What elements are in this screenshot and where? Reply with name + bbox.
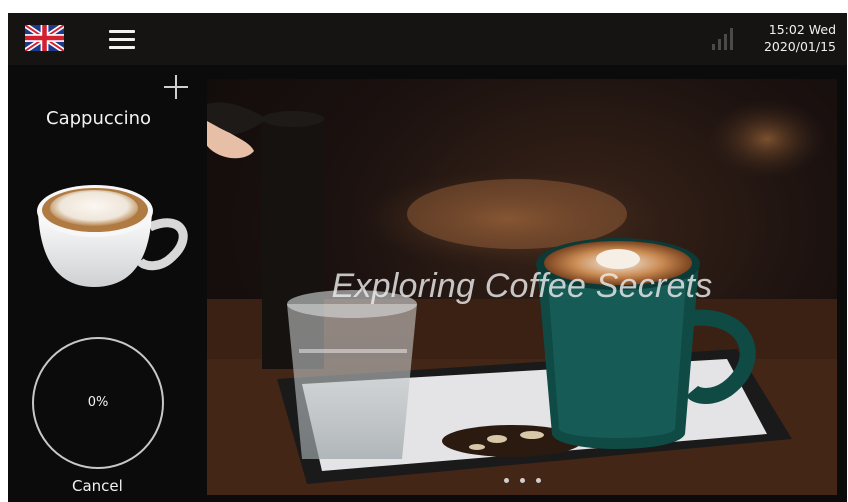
carousel-dot[interactable] [536,478,541,483]
drink-name: Cappuccino [46,108,152,129]
carousel-dot[interactable] [520,478,525,483]
cappuccino-cup-image [37,185,188,287]
progress-ring: 0% [32,337,164,469]
progress-label: 0% [87,395,109,410]
clock: 15:02 Wed 2020/01/15 [764,21,836,55]
carousel-indicator [504,478,544,486]
time-day: 15:02 Wed [768,22,836,37]
uk-flag-icon[interactable] [25,25,64,51]
date: 2020/01/15 [763,39,836,54]
plus-icon[interactable] [164,75,188,99]
video-title: Exploring Coffee Secrets [331,267,713,305]
top-bar: 15:02 Wed 2020/01/15 [8,13,847,65]
drink-panel: Cappuccino 0% Cancel [8,65,205,502]
promo-video[interactable]: Exploring Coffee Secrets [207,79,837,495]
pointing-hand-icon [207,121,254,159]
signal-strength-icon [712,28,733,50]
cancel-button[interactable]: Cancel [72,477,123,495]
carousel-dot[interactable] [504,478,509,483]
hamburger-menu-icon[interactable] [109,28,135,50]
screen: 15:02 Wed 2020/01/15 Cappuccino 0% Cance… [8,13,847,502]
